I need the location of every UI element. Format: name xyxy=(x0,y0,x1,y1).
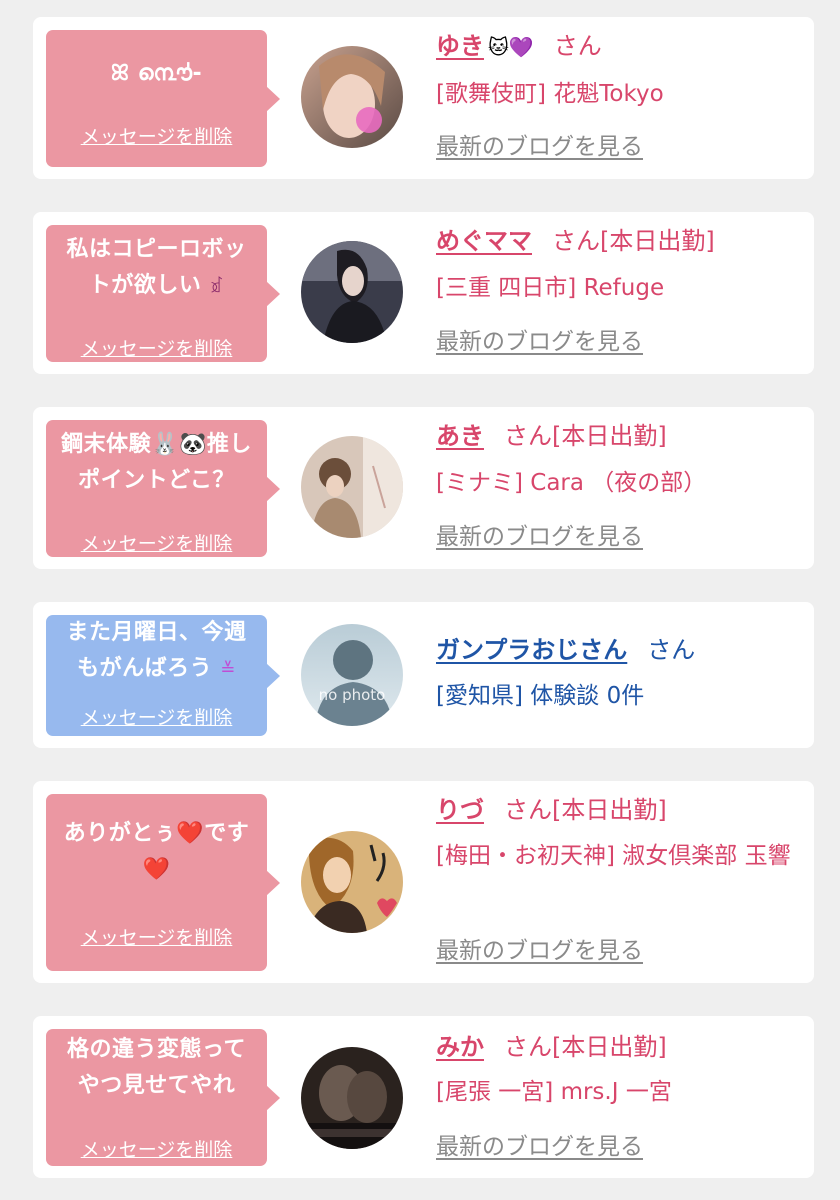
delete-message-link[interactable]: メッセージを削除 xyxy=(46,1138,267,1162)
delete-message-link[interactable]: メッセージを削除 xyxy=(46,706,267,730)
sender-name-row: めぐママ さん[本日出勤] xyxy=(436,225,715,257)
message-card: ꕤ ൩ൌ̍- メッセージを削除 ゆき 🐱💜 さん [歌舞伎町] 花魁Tokyo … xyxy=(33,17,814,179)
name-suffix: さん[本日出勤] xyxy=(504,1033,667,1061)
name-suffix: さん xyxy=(553,32,602,60)
sender-name-row: ガンプラおじさん さん xyxy=(436,634,695,666)
name-suffix: さん xyxy=(647,636,696,664)
message-line: ❤️ xyxy=(142,857,171,882)
name-emoji: 🐱💜 xyxy=(488,35,534,59)
latest-blog-link[interactable]: 最新のブログを見る xyxy=(436,327,643,357)
message-bubble: 格の違う変態って やつ見せてやれ メッセージを削除 xyxy=(46,1029,280,1166)
message-card: 格の違う変態って やつ見せてやれ メッセージを削除 みか さん[本日出勤] [尾張… xyxy=(33,1016,814,1178)
sender-name-row: あき さん[本日出勤] xyxy=(436,420,667,452)
message-card: また月曜日、今週 もがんばろう ≚ メッセージを削除 no photo ガンプラ xyxy=(33,602,814,748)
message-line: ꕤ ൩ൌ̍- xyxy=(110,61,203,86)
delete-message-link[interactable]: メッセージを削除 xyxy=(46,926,267,950)
message-line: ありがとぅ❤️です xyxy=(63,821,250,846)
message-bubble: ꕤ ൩ൌ̍- メッセージを削除 xyxy=(46,30,280,167)
message-line: やつ見せてやれ xyxy=(77,1073,236,1098)
shop-info: [愛知県] 体験談 0件 xyxy=(436,683,645,709)
avatar[interactable] xyxy=(301,436,403,538)
no-photo-text: no photo xyxy=(318,686,386,704)
avatar[interactable] xyxy=(301,831,403,933)
sender-name-row: ゆき 🐱💜 さん xyxy=(436,30,602,63)
sender-name-row: りづ さん[本日出勤] xyxy=(436,794,667,826)
message-text: 格の違う変態って やつ見せてやれ xyxy=(52,1032,261,1104)
delete-message-link[interactable]: メッセージを削除 xyxy=(46,125,267,149)
shop-info: [ミナミ] Cara （夜の部） xyxy=(436,470,707,496)
shop-info: [三重 四日市] Refuge xyxy=(436,275,665,301)
delete-message-link[interactable]: メッセージを削除 xyxy=(46,532,267,556)
latest-blog-link[interactable]: 最新のブログを見る xyxy=(436,132,643,162)
message-card: 鋼末体験🐰🐼推し ポイントどこ？ メッセージを削除 あき さん[本日出勤] [ミナ… xyxy=(33,407,814,569)
avatar[interactable] xyxy=(301,1047,403,1149)
message-text: 私はコピーロボッ トが欲しい ꀃ xyxy=(52,232,261,305)
no-photo-avatar[interactable]: no photo xyxy=(301,624,403,726)
message-emoji: ≚ xyxy=(220,659,236,680)
message-bubble: 鋼末体験🐰🐼推し ポイントどこ？ メッセージを削除 xyxy=(46,420,280,557)
latest-blog-link[interactable]: 最新のブログを見る xyxy=(436,936,643,966)
message-line: ポイントどこ？ xyxy=(78,468,235,493)
avatar[interactable] xyxy=(301,46,403,148)
message-emoji: ꀃ xyxy=(209,276,225,297)
avatar[interactable] xyxy=(301,241,403,343)
message-text: ありがとぅ❤️です ❤️ xyxy=(52,816,261,888)
sender-name-link[interactable]: みか xyxy=(436,1033,484,1061)
message-line: 私はコピーロボッ xyxy=(66,237,247,262)
shop-info: [歌舞伎町] 花魁Tokyo xyxy=(436,81,664,107)
sender-name-link[interactable]: ガンプラおじさん xyxy=(436,636,627,664)
message-line: 鋼末体験🐰🐼推し xyxy=(61,432,252,457)
message-text: 鋼末体験🐰🐼推し ポイントどこ？ xyxy=(52,427,261,499)
message-card: ありがとぅ❤️です ❤️ メッセージを削除 りづ さん[本日出勤] [梅田・お初天… xyxy=(33,781,814,983)
message-card: 私はコピーロボッ トが欲しい ꀃ メッセージを削除 めぐママ さん[本日出勤] [… xyxy=(33,212,814,374)
message-list: ꕤ ൩ൌ̍- メッセージを削除 ゆき 🐱💜 さん [歌舞伎町] 花魁Tokyo … xyxy=(0,0,840,1200)
name-suffix: さん[本日出勤] xyxy=(504,796,667,824)
name-suffix: さん[本日出勤] xyxy=(552,227,715,255)
sender-name-link[interactable]: ゆき xyxy=(436,32,484,60)
message-text: また月曜日、今週 もがんばろう ≚ xyxy=(52,615,261,688)
latest-blog-link[interactable]: 最新のブログを見る xyxy=(436,522,643,552)
message-line: トが欲しい xyxy=(88,273,202,298)
sender-name-link[interactable]: あき xyxy=(436,422,484,450)
name-suffix: さん[本日出勤] xyxy=(504,422,667,450)
message-bubble: また月曜日、今週 もがんばろう ≚ メッセージを削除 xyxy=(46,615,280,736)
shop-info: [尾張 一宮] mrs.J 一宮 xyxy=(436,1079,672,1105)
shop-info: [梅田・お初天神] 淑女倶楽部 玉響 xyxy=(436,843,791,869)
sender-name-link[interactable]: りづ xyxy=(436,796,484,824)
message-bubble: 私はコピーロボッ トが欲しい ꀃ メッセージを削除 xyxy=(46,225,280,362)
message-line: 格の違う変態って xyxy=(67,1037,246,1062)
message-line: もがんばろう xyxy=(77,656,213,681)
sender-name-row: みか さん[本日出勤] xyxy=(436,1031,667,1063)
delete-message-link[interactable]: メッセージを削除 xyxy=(46,337,267,361)
latest-blog-link[interactable]: 最新のブログを見る xyxy=(436,1132,643,1162)
message-text: ꕤ ൩ൌ̍- xyxy=(52,56,261,92)
message-line: また月曜日、今週 xyxy=(66,620,247,645)
message-bubble: ありがとぅ❤️です ❤️ メッセージを削除 xyxy=(46,794,280,971)
sender-name-link[interactable]: めぐママ xyxy=(436,227,532,255)
